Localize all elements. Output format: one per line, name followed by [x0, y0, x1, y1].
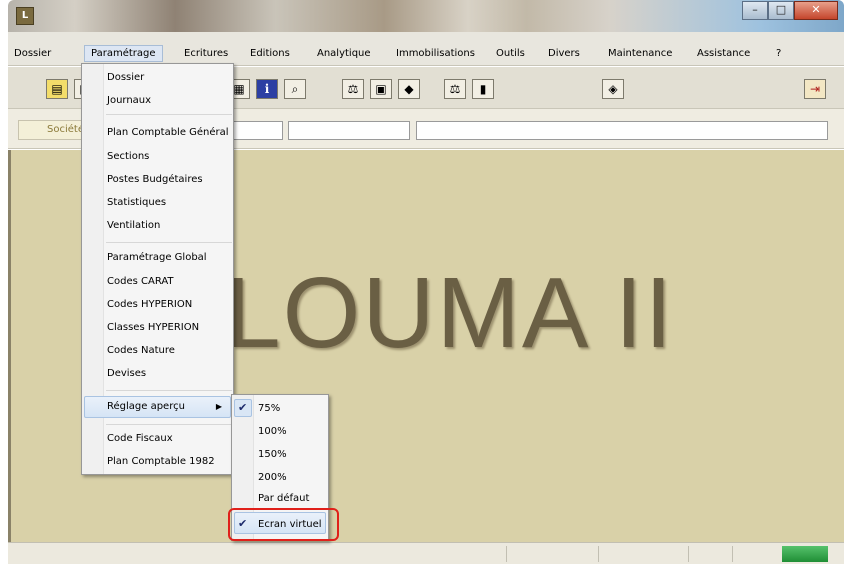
- menu-separator: [106, 114, 232, 115]
- chart-icon[interactable]: ▮: [472, 79, 494, 99]
- menu-item-codes-hyperion[interactable]: Codes HYPERION: [107, 299, 192, 310]
- submenu-item-100[interactable]: 100%: [258, 426, 287, 437]
- highlight-outline: [228, 508, 339, 541]
- menu-item-journaux[interactable]: Journaux: [107, 95, 151, 106]
- info-icon[interactable]: i: [256, 79, 278, 99]
- menu-ecritures[interactable]: Ecritures: [178, 46, 234, 63]
- title-bar[interactable]: L – □ ✕: [8, 0, 844, 32]
- status-bar: [8, 542, 844, 564]
- submenu-arrow-icon: ▶: [215, 402, 222, 411]
- balance-icon[interactable]: ⚖: [342, 79, 364, 99]
- book-icon[interactable]: ▣: [370, 79, 392, 99]
- menu-item-classes-hyperion[interactable]: Classes HYPERION: [107, 322, 199, 333]
- ledger-icon[interactable]: ◈: [602, 79, 624, 99]
- menu-assistance[interactable]: Assistance: [691, 46, 756, 63]
- menu-item-postes-budgetaires[interactable]: Postes Budgétaires: [107, 174, 203, 185]
- submenu-item-par-defaut[interactable]: Par défaut: [258, 493, 309, 504]
- exit-icon[interactable]: ⇥: [804, 79, 826, 99]
- menu-bar: Dossier Paramétrage Ecritures Editions A…: [8, 32, 844, 66]
- submenu-item-200[interactable]: 200%: [258, 472, 287, 483]
- open-folder-icon[interactable]: ▤: [46, 79, 68, 99]
- search-icon[interactable]: ⌕: [284, 79, 306, 99]
- status-segment: [598, 546, 599, 562]
- eraser-icon[interactable]: ◆: [398, 79, 420, 99]
- menu-help[interactable]: ?: [770, 46, 787, 63]
- menu-analytique[interactable]: Analytique: [311, 46, 377, 63]
- societe-label: Société: [18, 120, 90, 140]
- balance-2-icon[interactable]: ⚖: [444, 79, 466, 99]
- societe-field-3[interactable]: [416, 121, 828, 140]
- minimize-button[interactable]: –: [742, 1, 768, 20]
- menu-dossier[interactable]: Dossier: [8, 46, 57, 63]
- menu-separator: [106, 390, 232, 391]
- menu-item-sections[interactable]: Sections: [107, 151, 149, 162]
- submenu-item-150[interactable]: 150%: [258, 449, 287, 460]
- status-indicator: [782, 546, 828, 562]
- status-segment: [688, 546, 689, 562]
- app-logo-text: LOUMA II: [225, 257, 675, 369]
- menu-item-plan-comptable-general[interactable]: Plan Comptable Général: [107, 127, 229, 138]
- menu-outils[interactable]: Outils: [490, 46, 531, 63]
- menu-item-plan-comptable-1982[interactable]: Plan Comptable 1982: [107, 456, 215, 467]
- menu-item-devises[interactable]: Devises: [107, 368, 146, 379]
- societe-field-2[interactable]: [288, 121, 410, 140]
- menu-item-code-fiscaux[interactable]: Code Fiscaux: [107, 433, 173, 444]
- status-segment: [732, 546, 733, 562]
- menu-item-ventilation[interactable]: Ventilation: [107, 220, 160, 231]
- menu-item-codes-carat[interactable]: Codes CARAT: [107, 276, 174, 287]
- menu-maintenance[interactable]: Maintenance: [602, 46, 678, 63]
- menu-editions[interactable]: Editions: [244, 46, 296, 63]
- app-icon[interactable]: L: [16, 7, 34, 25]
- menu-immobilisations[interactable]: Immobilisations: [390, 46, 481, 63]
- close-button[interactable]: ✕: [794, 1, 838, 20]
- menu-separator: [106, 242, 232, 243]
- menu-item-statistiques[interactable]: Statistiques: [107, 197, 166, 208]
- menu-item-parametrage-global[interactable]: Paramétrage Global: [107, 252, 207, 263]
- window-controls: – □ ✕: [742, 1, 838, 20]
- menu-item-dossier[interactable]: Dossier: [107, 72, 144, 83]
- status-segment: [506, 546, 507, 562]
- check-icon: ✔: [238, 401, 248, 414]
- societe-field-1[interactable]: [232, 121, 283, 140]
- menu-parametrage[interactable]: Paramétrage: [84, 45, 163, 62]
- submenu-item-75[interactable]: 75%: [258, 403, 280, 414]
- menu-separator: [106, 424, 232, 425]
- menu-divers[interactable]: Divers: [542, 46, 586, 63]
- menu-item-codes-nature[interactable]: Codes Nature: [107, 345, 175, 356]
- menu-item-reglage-apercu[interactable]: Réglage aperçu ▶: [84, 396, 231, 418]
- menu-item-reglage-apercu-label: Réglage aperçu: [107, 401, 185, 412]
- maximize-button[interactable]: □: [768, 1, 794, 20]
- parametrage-menu: Dossier Journaux Plan Comptable Général …: [81, 63, 234, 475]
